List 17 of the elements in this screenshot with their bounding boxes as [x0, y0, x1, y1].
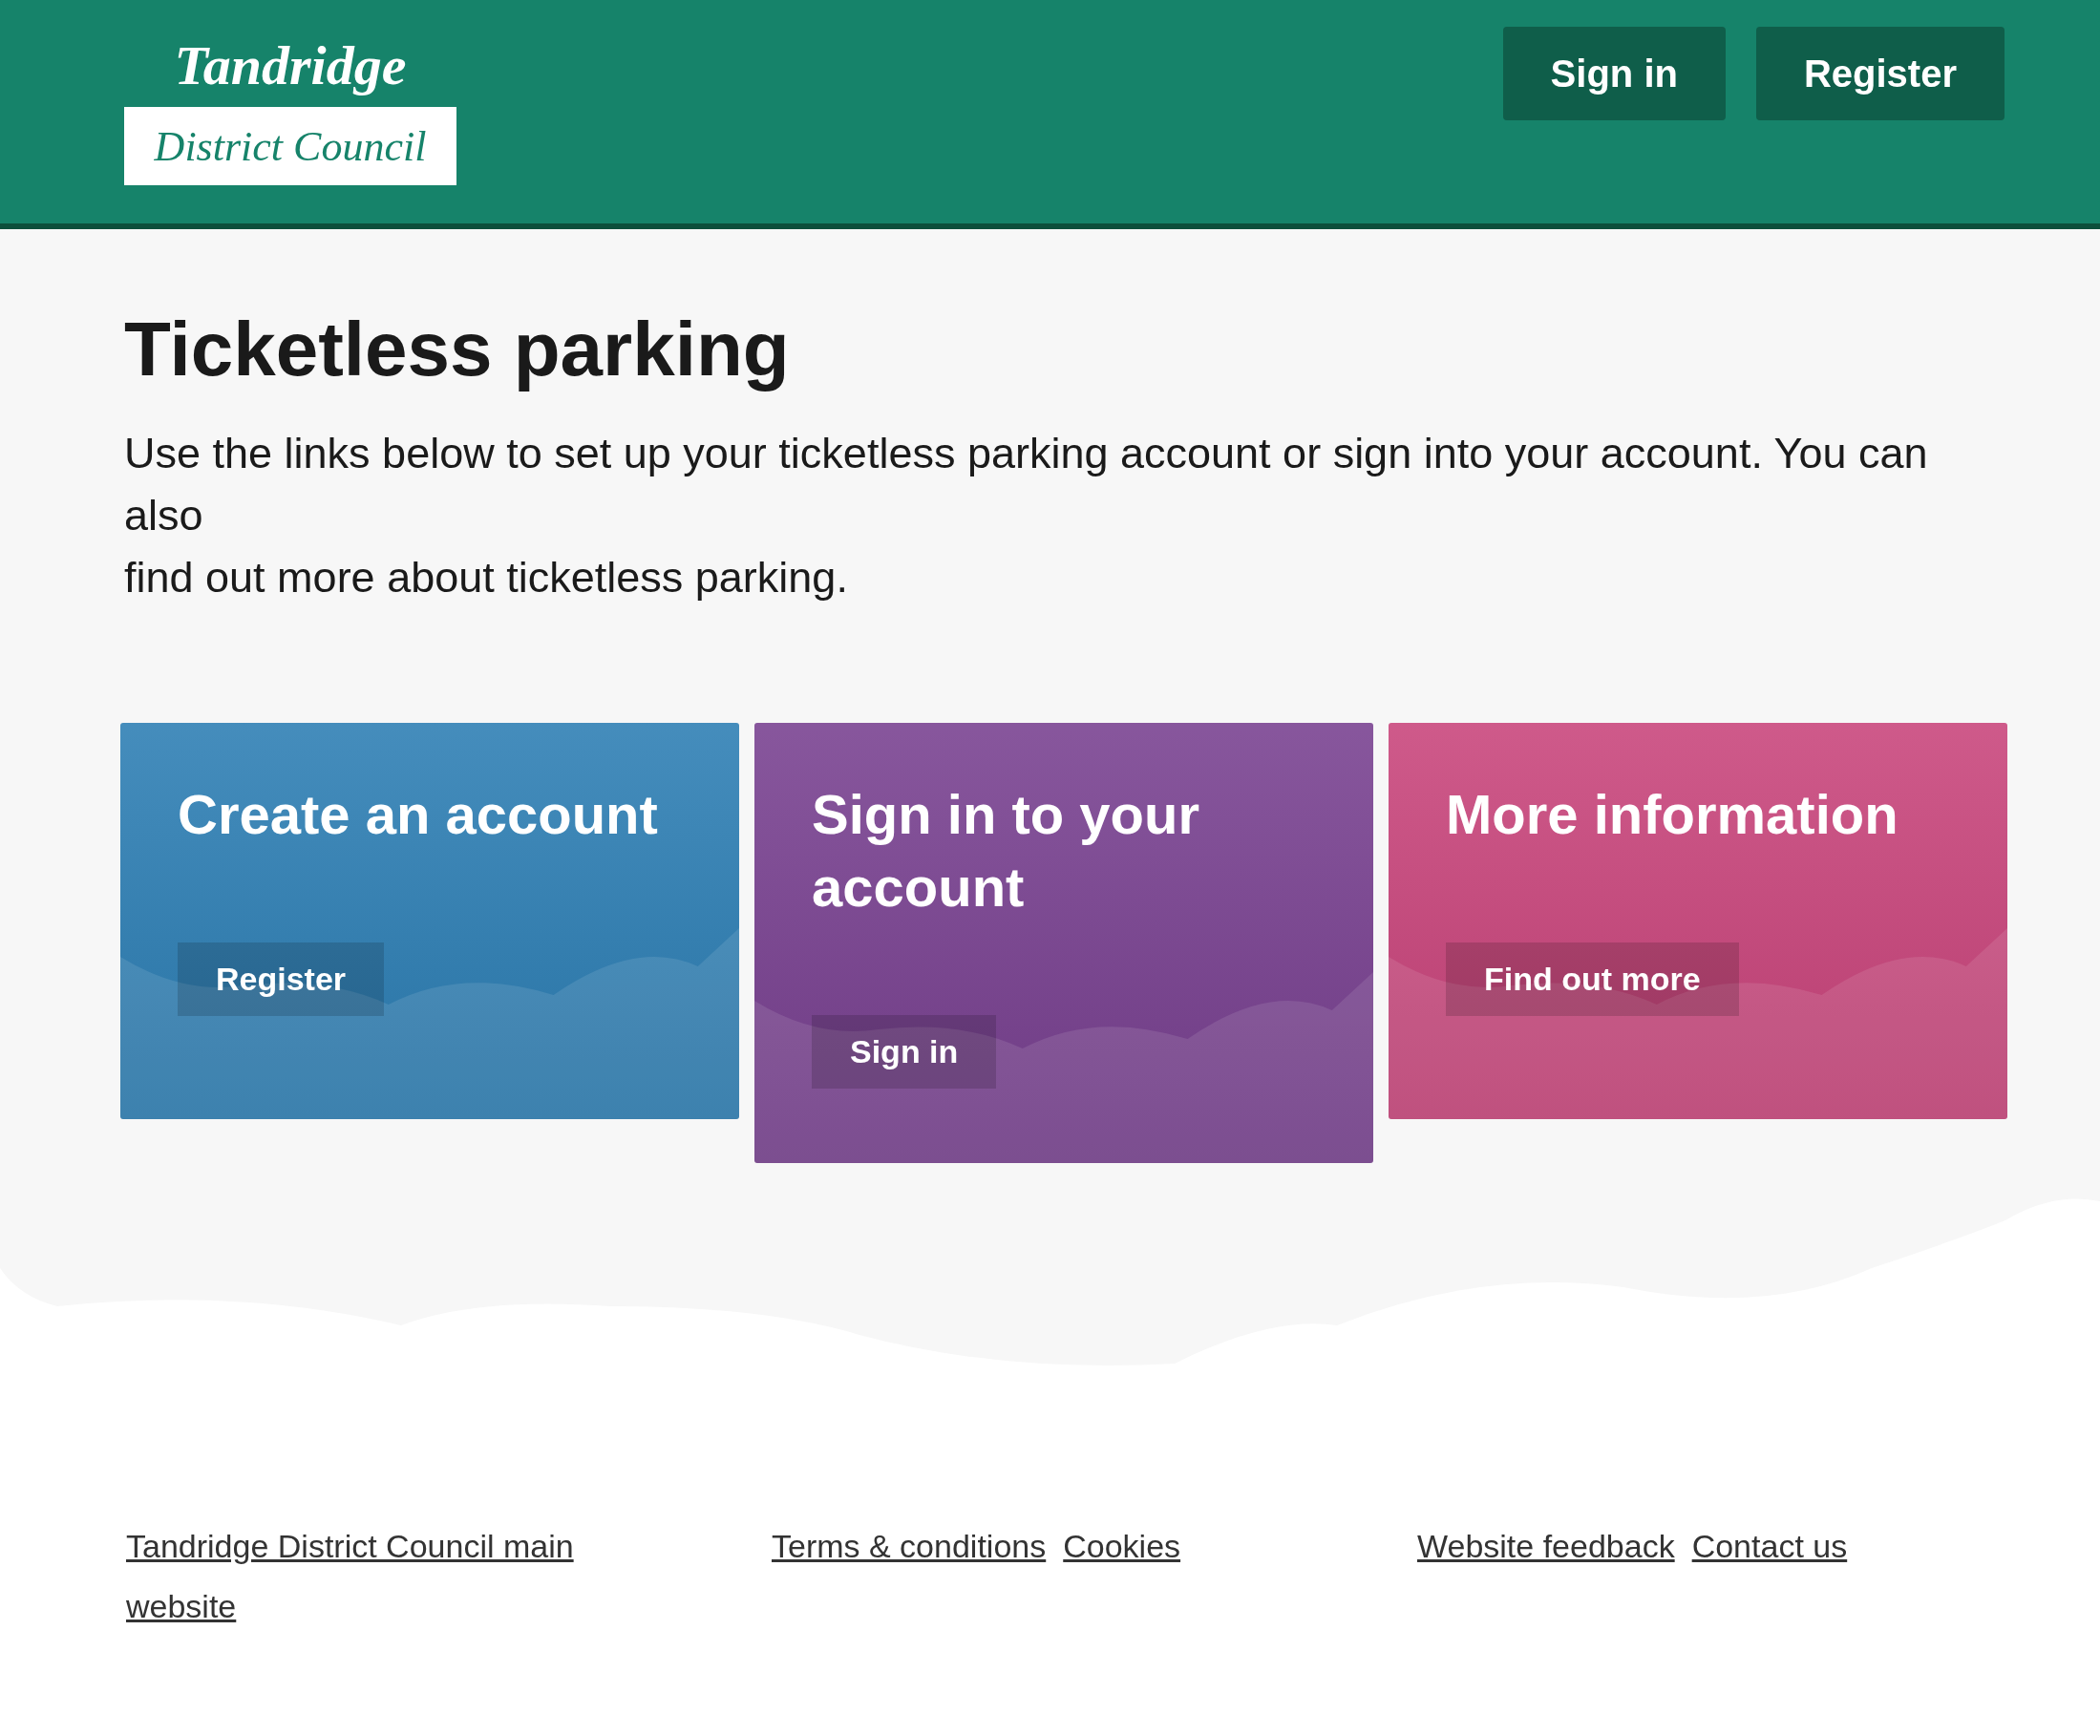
intro-text: find out more about ticketless parking.	[124, 552, 849, 603]
card-button[interactable]: Sign in	[812, 1015, 997, 1089]
logo-subtitle: District Council	[154, 122, 427, 171]
card-title: More information	[1446, 782, 1899, 847]
footer-link[interactable]: Terms & conditions	[772, 1516, 1047, 1577]
card-title: Create an account	[178, 782, 659, 847]
logo-title: Tandridge	[174, 34, 407, 97]
card-button[interactable]: Find out more	[1446, 942, 1739, 1016]
footer-link[interactable]: Website feedback	[1417, 1516, 1675, 1577]
footer-link[interactable]: Tandridge District Council main website	[126, 1516, 623, 1637]
header-button[interactable]: Register	[1755, 27, 2005, 120]
card-title: Sign in to your account	[812, 782, 1200, 920]
card-button[interactable]: Register	[178, 942, 385, 1016]
footer-link[interactable]: Contact us	[1691, 1516, 1848, 1577]
footer-link[interactable]: Cookies	[1063, 1516, 1181, 1577]
page-title: Ticketless parking	[124, 306, 791, 393]
header-button[interactable]: Sign in	[1502, 27, 1726, 120]
